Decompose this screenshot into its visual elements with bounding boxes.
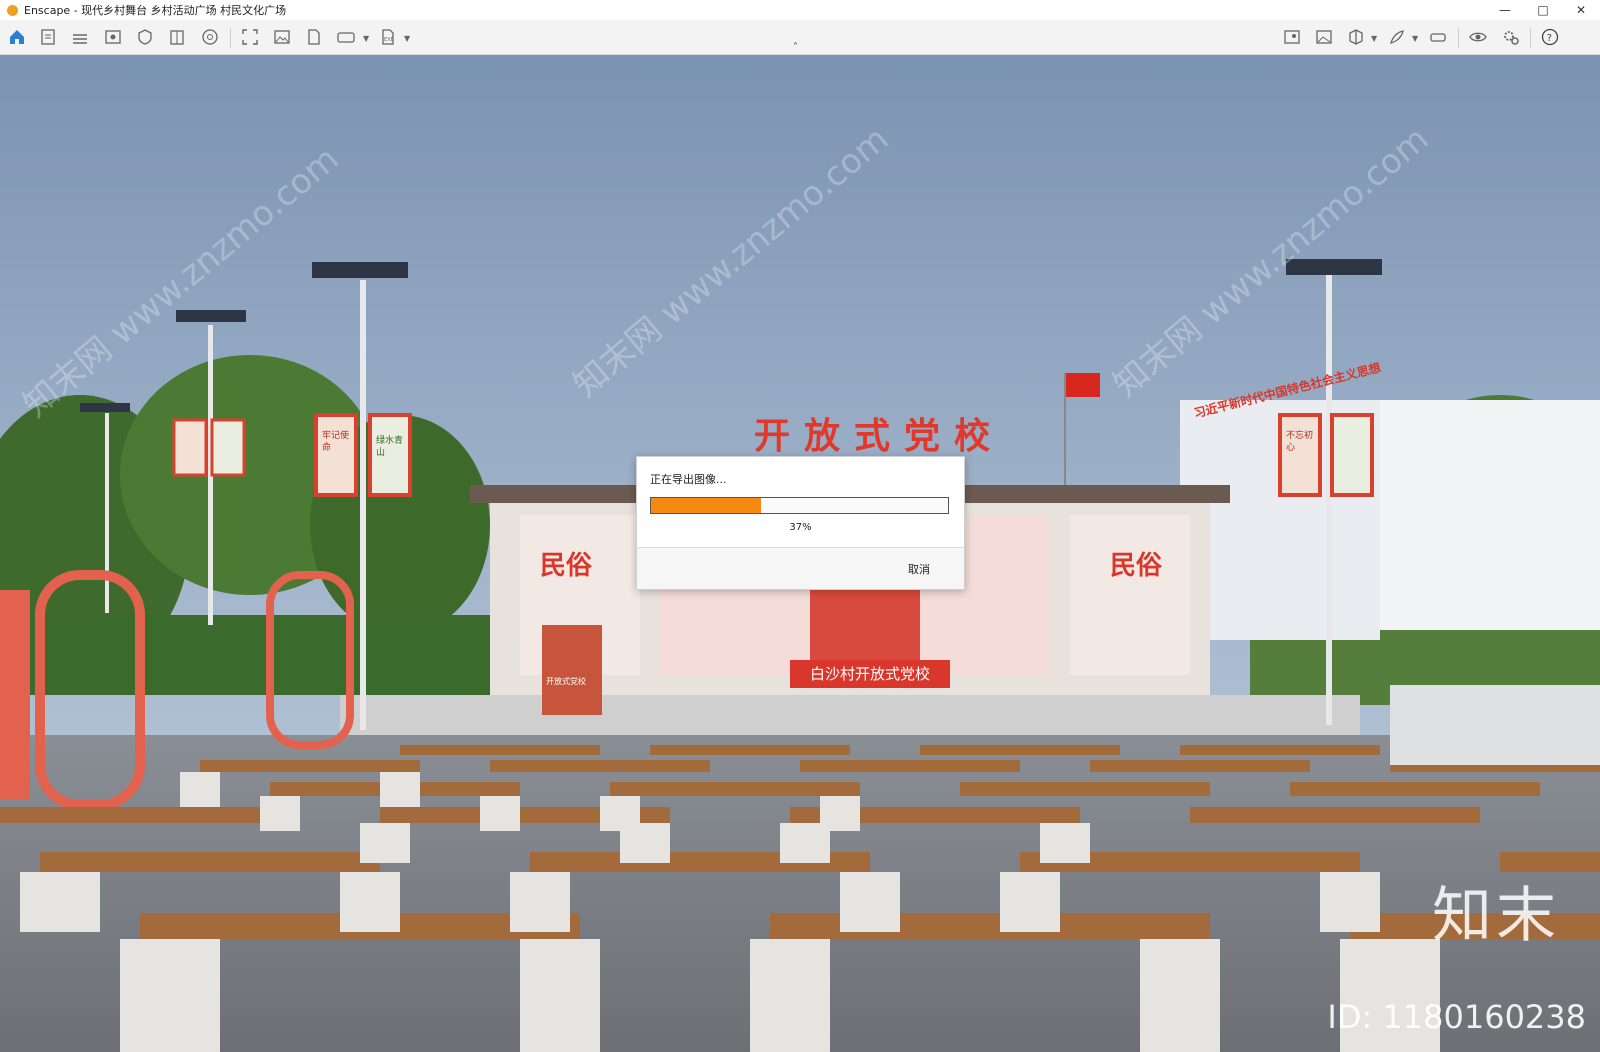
lamp-banner-slogan: 绿水青山: [376, 436, 404, 458]
maximize-icon[interactable]: □: [1524, 0, 1562, 20]
vr-headset-icon[interactable]: [1428, 27, 1448, 47]
eye-panel-icon[interactable]: [103, 27, 123, 47]
export-exe-icon[interactable]: EXE: [378, 27, 398, 47]
help-icon[interactable]: ?: [1540, 27, 1560, 47]
brand-id: ID: 1180160238: [1327, 998, 1586, 1036]
title-bar: Enscape - 现代乡村舞台 乡村活动广场 村民文化广场 — □ ✕: [0, 0, 1600, 20]
settings-icon[interactable]: [1501, 27, 1521, 47]
progress-bar: [650, 497, 949, 514]
book-icon[interactable]: [167, 27, 187, 47]
dialog-title: 正在导出图像...: [650, 473, 727, 486]
toolbar-separator: [1530, 28, 1531, 48]
enscape-logo-icon: [7, 4, 18, 16]
window-controls: — □ ✕: [1486, 0, 1600, 20]
lamp-banner-slogan: 不忘初心: [1286, 431, 1314, 453]
toolbar-separator: [230, 28, 231, 48]
svg-text:?: ?: [1547, 33, 1552, 44]
image-editor-icon[interactable]: [1314, 27, 1334, 47]
stage-banner: 白沙村开放式党校: [790, 660, 950, 688]
progress-fill: [651, 498, 761, 513]
shield-icon[interactable]: [135, 27, 155, 47]
visibility-icon[interactable]: [1468, 27, 1488, 47]
svg-text:EXE: EXE: [384, 37, 394, 43]
export-progress-dialog: 正在导出图像... 37% 取消: [636, 456, 965, 590]
capture-icon[interactable]: [240, 27, 260, 47]
chevron-down-icon[interactable]: ▼: [363, 34, 369, 43]
home-icon[interactable]: [7, 27, 27, 47]
chevron-up-icon[interactable]: ˄: [793, 42, 798, 53]
window-title: Enscape - 现代乡村舞台 乡村活动广场 村民文化广场: [24, 4, 287, 17]
feather-icon[interactable]: [1387, 27, 1407, 47]
image-icon[interactable]: [272, 27, 292, 47]
panel-left-title: 民俗: [540, 551, 593, 581]
file-render-icon[interactable]: [304, 27, 324, 47]
minimize-icon[interactable]: —: [1486, 0, 1524, 20]
map-icon[interactable]: [1282, 27, 1302, 47]
podium-label: 开放式党校: [546, 677, 586, 686]
cube-icon[interactable]: [1346, 27, 1366, 47]
dialog-footer: 取消: [637, 548, 964, 589]
progress-percent: 37%: [789, 522, 812, 533]
chevron-down-icon[interactable]: ▼: [1371, 34, 1377, 43]
toolbar-separator: [1458, 28, 1459, 48]
settings-wheel-icon[interactable]: [200, 27, 220, 47]
stage-sign: 开放式党校: [754, 416, 1005, 457]
cancel-button[interactable]: 取消: [908, 561, 930, 577]
panel-right-title: 民俗: [1110, 551, 1163, 581]
bim-icon[interactable]: [70, 27, 90, 47]
document-icon[interactable]: [38, 27, 58, 47]
toolbar: ▼ EXE ▼ ˄ ▼ ▼ ?: [0, 20, 1600, 55]
close-icon[interactable]: ✕: [1562, 0, 1600, 20]
chevron-down-icon[interactable]: ▼: [1412, 34, 1418, 43]
lamp-banner-slogan: 牢记使命: [322, 431, 350, 453]
brand-logo: 知末: [1432, 881, 1560, 951]
chevron-down-icon[interactable]: ▼: [404, 34, 410, 43]
panorama-icon[interactable]: [336, 27, 356, 47]
